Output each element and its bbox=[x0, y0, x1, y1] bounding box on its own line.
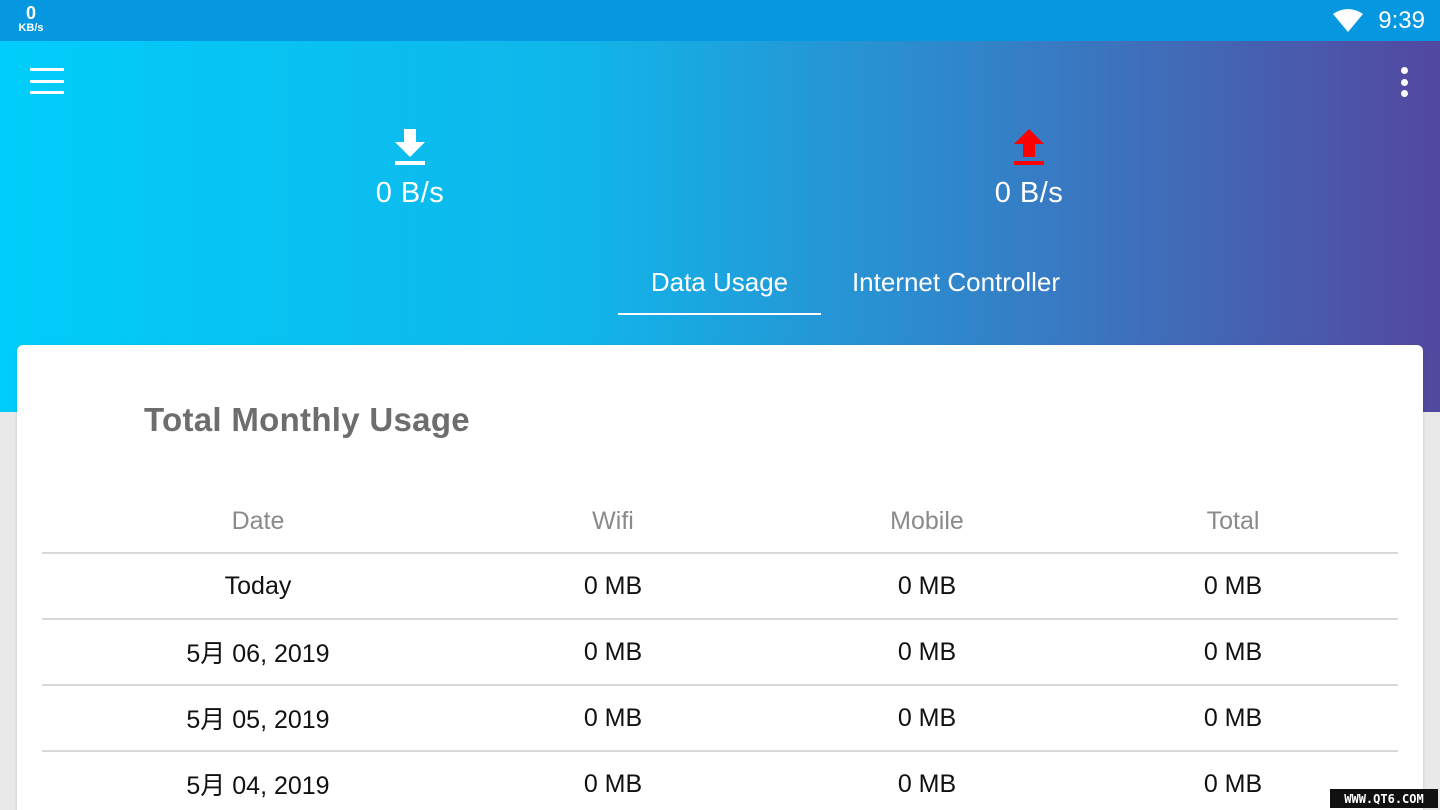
cell-wifi: 0 MB bbox=[583, 703, 643, 732]
tab-bar: Data Usage Internet Controller bbox=[618, 249, 1091, 315]
table-row: 5月 06, 2019 0 MB 0 MB 0 MB bbox=[42, 620, 1398, 686]
card-title: Total Monthly Usage bbox=[144, 401, 470, 438]
hamburger-menu-icon[interactable] bbox=[30, 67, 64, 95]
table-row: 5月 04, 2019 0 MB 0 MB 0 MB bbox=[42, 752, 1398, 810]
cell-wifi: 0 MB bbox=[583, 571, 643, 600]
download-arrow-icon bbox=[395, 129, 425, 165]
column-header-wifi: Wifi bbox=[592, 506, 634, 535]
network-speed-unit: KB/s bbox=[18, 22, 44, 34]
cell-mobile: 0 MB bbox=[897, 703, 957, 732]
cell-total: 0 MB bbox=[1203, 703, 1263, 732]
cell-wifi: 0 MB bbox=[583, 769, 643, 798]
cell-date: Today bbox=[224, 571, 292, 600]
table-row: 5月 05, 2019 0 MB 0 MB 0 MB bbox=[42, 686, 1398, 752]
watermark: WWW.QT6.COM bbox=[1330, 789, 1438, 808]
download-speed-value: 0 B/s bbox=[375, 177, 445, 209]
table-row: Today 0 MB 0 MB 0 MB bbox=[42, 554, 1398, 620]
network-speed-indicator: 0 KB/s bbox=[14, 4, 48, 34]
status-right-group: 9:39 bbox=[1332, 0, 1425, 41]
cell-mobile: 0 MB bbox=[897, 769, 957, 798]
more-vert-icon[interactable] bbox=[1392, 67, 1416, 97]
download-speed: 0 B/s bbox=[310, 129, 510, 210]
tab-internet-controller[interactable]: Internet Controller bbox=[821, 249, 1091, 315]
tab-data-usage[interactable]: Data Usage bbox=[618, 249, 821, 315]
monthly-usage-card: Total Monthly Usage Date Wifi Mobile Tot… bbox=[17, 345, 1423, 810]
status-clock: 9:39 bbox=[1378, 6, 1425, 34]
cell-mobile: 0 MB bbox=[897, 637, 957, 666]
table-header-row: Date Wifi Mobile Total bbox=[42, 490, 1398, 554]
status-bar: 0 KB/s 9:39 bbox=[0, 0, 1440, 41]
column-header-date: Date bbox=[231, 506, 285, 535]
upload-speed: 0 B/s bbox=[929, 129, 1129, 210]
cell-date: 5月 06, 2019 bbox=[186, 640, 330, 668]
wifi-icon bbox=[1333, 8, 1364, 32]
cell-date: 5月 05, 2019 bbox=[186, 706, 330, 734]
network-speed-value: 0 bbox=[25, 3, 36, 23]
cell-total: 0 MB bbox=[1203, 769, 1263, 798]
upload-arrow-icon bbox=[1014, 129, 1044, 165]
cell-mobile: 0 MB bbox=[897, 571, 957, 600]
upload-speed-value: 0 B/s bbox=[994, 177, 1064, 209]
column-header-total: Total bbox=[1206, 506, 1260, 535]
cell-total: 0 MB bbox=[1203, 571, 1263, 600]
cell-wifi: 0 MB bbox=[583, 637, 643, 666]
cell-date: 5月 04, 2019 bbox=[186, 772, 330, 800]
column-header-mobile: Mobile bbox=[890, 506, 964, 535]
cell-total: 0 MB bbox=[1203, 637, 1263, 666]
usage-table: Date Wifi Mobile Total Today 0 MB 0 MB 0… bbox=[42, 490, 1398, 810]
